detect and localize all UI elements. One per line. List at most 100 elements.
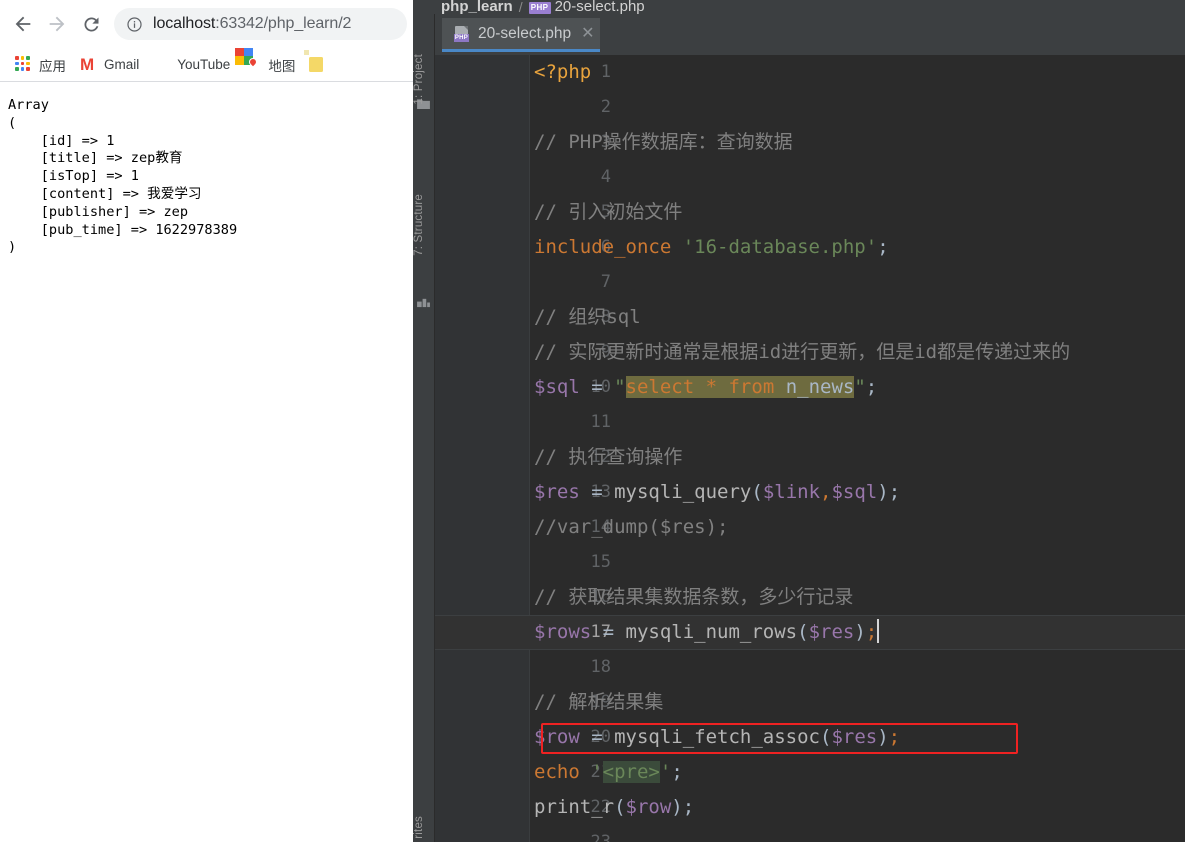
code-line[interactable]: 17 $rows = mysqli_num_rows($res); xyxy=(435,615,1185,650)
apps-grid-icon xyxy=(15,56,32,73)
code-line[interactable]: 14//var_dump($res); xyxy=(531,510,1185,545)
bookmarks-bar: 应用 M Gmail YouTube 地图 xyxy=(0,48,413,82)
php-array-output: Array ( [id] => 1 [title] => zep教育 [isTo… xyxy=(8,97,238,256)
code-token: ; xyxy=(865,621,878,643)
code-line[interactable]: 2 xyxy=(531,90,1185,125)
code-token: " xyxy=(854,376,866,398)
code-token: ( xyxy=(751,481,763,503)
bookmark-gmail[interactable]: M Gmail xyxy=(73,52,146,78)
code-token: , xyxy=(820,481,832,503)
code-token: n_news xyxy=(785,376,855,398)
code-line[interactable]: 7 xyxy=(531,265,1185,300)
back-arrow-icon xyxy=(15,16,31,32)
code-token: mysqli_num_rows xyxy=(625,621,798,643)
code-line[interactable]: 13 $res = mysqli_query($link,$sql); xyxy=(531,475,1185,510)
code-line-text: <?php xyxy=(531,55,591,90)
code-token: include_once xyxy=(534,236,683,258)
tab-20-select-php[interactable]: PHP 20-select.php ✕ xyxy=(442,18,601,52)
code-token: mysqli_fetch_assoc xyxy=(614,726,820,748)
code-line-text: $sql = "select * from n_news"; xyxy=(531,370,877,405)
bookmark-apps[interactable]: 应用 xyxy=(8,52,73,78)
code-line-text: include_once '16-database.php'; xyxy=(531,230,889,265)
php-file-icon: PHP xyxy=(528,2,551,14)
bookmark-label: YouTube xyxy=(177,57,231,72)
reload-icon xyxy=(83,16,98,31)
code-token: $res xyxy=(534,481,580,503)
code-token: = xyxy=(591,621,626,643)
code-text-area[interactable]: 1 <?php 2 3// PHP操作数据库：查询数据 4 5// 引入初始文件 6 incl… xyxy=(435,55,1185,842)
code-token: ; xyxy=(865,376,878,398)
code-line[interactable]: 16// 获取结果集数据条数，多少行记录 xyxy=(531,580,1185,615)
code-token: print_r xyxy=(534,796,615,818)
code-token: $res xyxy=(831,726,878,748)
code-line[interactable]: 12// 执行查询操作 xyxy=(531,440,1185,475)
code-token: ; xyxy=(671,761,683,783)
code-token: " xyxy=(614,376,626,398)
code-token: '16-database.php' xyxy=(682,236,878,258)
line-number-gutter[interactable] xyxy=(435,55,530,842)
sidebar-item-project[interactable]: 1: Project xyxy=(413,54,435,105)
code-line[interactable]: 18 xyxy=(531,650,1185,685)
code-token: // 组织sql xyxy=(534,306,641,328)
code-token: ' xyxy=(591,761,603,783)
code-line-text: // 实际更新时通常是根据id进行更新，但是id都是传递过来的 xyxy=(531,335,1070,370)
back-button[interactable] xyxy=(6,7,40,41)
code-line[interactable]: 1 <?php xyxy=(531,55,1185,90)
code-line[interactable]: 23 xyxy=(531,825,1185,842)
code-line[interactable]: 22 print_r($row); xyxy=(531,790,1185,825)
code-token: = xyxy=(579,376,615,398)
code-line-text: echo '<pre>'; xyxy=(531,755,683,790)
code-token: // 获取结果集数据条数，多少行记录 xyxy=(534,586,854,608)
code-line[interactable]: 9// 实际更新时通常是根据id进行更新，但是id都是传递过来的 xyxy=(531,335,1185,370)
code-token: select * from xyxy=(625,376,786,398)
breadcrumb-file[interactable]: 20-select.php xyxy=(555,0,645,14)
code-token: $sql xyxy=(831,481,878,503)
youtube-icon xyxy=(153,56,170,73)
code-editor[interactable]: 1 <?php 2 3// PHP操作数据库：查询数据 4 5// 引入初始文件 6 incl… xyxy=(435,55,1185,842)
line-number: 18 xyxy=(590,657,611,677)
code-line[interactable]: 6 include_once '16-database.php'; xyxy=(531,230,1185,265)
code-line-text: $row = mysqli_fetch_assoc($res); xyxy=(531,720,900,755)
google-maps-icon xyxy=(235,48,261,73)
code-line[interactable]: 15 xyxy=(531,545,1185,580)
breadcrumb-project[interactable]: php_learn xyxy=(441,0,513,14)
close-icon[interactable]: ✕ xyxy=(581,25,594,42)
code-token: // 实际更新时通常是根据id进行更新，但是id都是传递过来的 xyxy=(534,341,1071,363)
code-token: // 执行查询操作 xyxy=(534,446,683,468)
sidebar-item-structure[interactable]: 7: Structure xyxy=(413,194,435,256)
bookmark-youtube[interactable]: YouTube xyxy=(146,52,237,78)
code-token: ; xyxy=(888,726,901,748)
code-line-text: // 解析结果集 xyxy=(531,685,663,720)
code-line-text: print_r($row); xyxy=(531,790,694,825)
code-token: = xyxy=(579,481,615,503)
code-token: // 解析结果集 xyxy=(534,691,664,713)
folder-icon xyxy=(304,50,326,73)
code-token: <pre> xyxy=(602,761,660,783)
code-line[interactable]: 21 echo '<pre>'; xyxy=(531,755,1185,790)
info-circle-icon[interactable] xyxy=(126,16,143,33)
code-token: $rows xyxy=(534,621,592,643)
code-token: //var_dump($res); xyxy=(534,516,729,538)
code-line[interactable]: 4 xyxy=(531,160,1185,195)
tab-label: 20-select.php xyxy=(478,24,572,42)
code-token: echo xyxy=(534,761,592,783)
code-line[interactable]: 19// 解析结果集 xyxy=(531,685,1185,720)
reload-button[interactable] xyxy=(74,7,108,41)
code-token: // 引入初始文件 xyxy=(534,201,683,223)
text-caret xyxy=(877,619,880,643)
bookmark-folder[interactable] xyxy=(302,50,333,78)
address-bar[interactable]: localhost:63342/php_learn/2 xyxy=(114,8,407,40)
code-line[interactable]: 5// 引入初始文件 xyxy=(531,195,1185,230)
code-line[interactable]: 20 $row = mysqli_fetch_assoc($res); xyxy=(531,720,1185,755)
code-line-text: // 组织sql xyxy=(531,300,641,335)
code-line[interactable]: 10 $sql = "select * from n_news"; xyxy=(531,370,1185,405)
code-line[interactable]: 8// 组织sql xyxy=(531,300,1185,335)
tool-window-stripe: 1: Project 7: Structure rites xyxy=(413,14,435,842)
bookmark-maps[interactable]: 地图 xyxy=(235,48,302,78)
code-line[interactable]: 3// PHP操作数据库：查询数据 xyxy=(531,125,1185,160)
code-line-text: // 引入初始文件 xyxy=(531,195,682,230)
sidebar-item-favorites[interactable]: rites xyxy=(413,816,435,839)
code-line[interactable]: 11 xyxy=(531,405,1185,440)
code-token: = xyxy=(579,726,615,748)
forward-button[interactable] xyxy=(40,7,74,41)
